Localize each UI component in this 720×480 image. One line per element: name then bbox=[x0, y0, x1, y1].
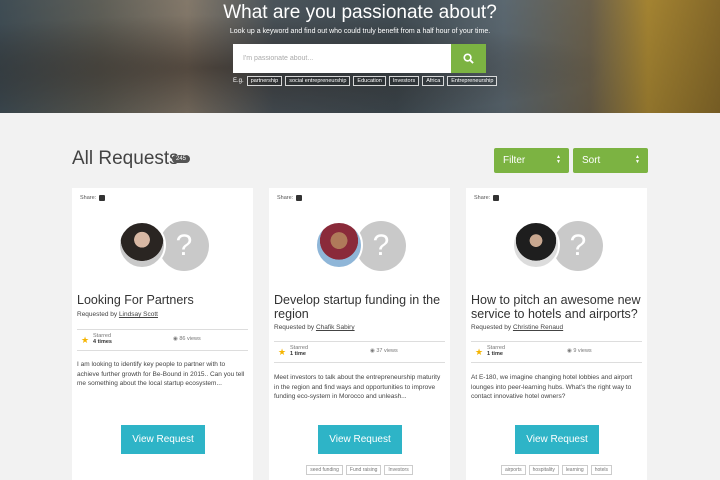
request-title[interactable]: Looking For Partners bbox=[77, 293, 249, 307]
share-label: Share: bbox=[277, 195, 294, 201]
requested-by-label: Requested by bbox=[274, 324, 315, 331]
starred-count: Starred 1 time bbox=[290, 345, 308, 357]
starred-times: 1 time bbox=[290, 351, 306, 357]
question-avatar-icon: ? bbox=[553, 221, 603, 271]
request-stats: ★ Starred 4 times ◉ 86 views bbox=[77, 329, 248, 351]
starred-times: 4 times bbox=[93, 339, 112, 345]
view-request-button[interactable]: View Request bbox=[515, 425, 599, 454]
request-card: Share: ? How to pitch an awesome new ser… bbox=[466, 188, 647, 480]
share-row: Share: bbox=[474, 195, 500, 201]
hero-tag[interactable]: Investors bbox=[388, 76, 420, 86]
search-button[interactable] bbox=[451, 44, 486, 73]
view-request-button[interactable]: View Request bbox=[318, 425, 402, 454]
view-request-button[interactable]: View Request bbox=[121, 425, 205, 454]
views-value: 86 views bbox=[179, 336, 201, 342]
twitter-icon[interactable] bbox=[493, 195, 500, 201]
star-icon[interactable]: ★ bbox=[278, 347, 286, 358]
request-tag[interactable]: seed funding bbox=[306, 465, 343, 475]
request-stats: ★ Starred 1 time ◉ 37 views bbox=[274, 341, 445, 363]
hero-title: What are you passionate about? bbox=[223, 2, 497, 23]
hero-tag[interactable]: social entrepreneurship bbox=[285, 76, 351, 86]
requester-link[interactable]: Lindsay Scott bbox=[119, 311, 158, 318]
page-title: All Requests bbox=[72, 148, 179, 169]
request-title[interactable]: How to pitch an awesome new service to h… bbox=[471, 293, 643, 321]
request-count-badge: 245 bbox=[172, 155, 191, 163]
requested-by: Requested by Christine Renaud bbox=[471, 324, 563, 331]
sort-arrows-icon: ▲ ▼ bbox=[635, 154, 640, 165]
views-value: 37 views bbox=[376, 348, 398, 354]
starred-count: Starred 4 times bbox=[93, 333, 112, 345]
star-icon[interactable]: ★ bbox=[475, 347, 483, 358]
question-avatar-icon: ? bbox=[356, 221, 406, 271]
star-icon[interactable]: ★ bbox=[81, 335, 89, 346]
requester-link[interactable]: Chafik Sabiry bbox=[316, 324, 355, 331]
hero-tag[interactable]: partnership bbox=[246, 76, 283, 86]
request-tags: seed funding Fund raising Investors bbox=[269, 465, 450, 475]
sort-label: Sort bbox=[582, 155, 601, 166]
filter-label: Filter bbox=[503, 155, 526, 166]
example-tags: E.g. partnership social entrepreneurship… bbox=[233, 76, 498, 86]
sort-dropdown[interactable]: Sort ▲ ▼ bbox=[573, 148, 648, 173]
requester-avatar[interactable] bbox=[315, 221, 363, 269]
requester-avatar[interactable] bbox=[118, 221, 166, 269]
share-row: Share: bbox=[80, 195, 106, 201]
eg-label: E.g. bbox=[233, 78, 244, 84]
request-description: At E-180, we imagine changing hotel lobb… bbox=[471, 374, 633, 400]
search-icon bbox=[463, 53, 474, 64]
request-tag[interactable]: airports bbox=[500, 465, 526, 475]
hero-banner: What are you passionate about? Look up a… bbox=[0, 0, 720, 113]
request-card: Share: ? Develop startup funding in the … bbox=[269, 188, 450, 480]
request-card: Share: ? Looking For Partners Requested … bbox=[72, 188, 253, 480]
hero-tag[interactable]: Entrepreneurship bbox=[447, 76, 498, 86]
twitter-icon[interactable] bbox=[99, 195, 106, 201]
requested-by: Requested by Chafik Sabiry bbox=[274, 324, 355, 331]
sort-arrows-icon: ▲ ▼ bbox=[556, 154, 561, 165]
starred-times: 1 time bbox=[487, 351, 503, 357]
requester-avatar[interactable] bbox=[512, 221, 560, 269]
views-count: ◉ 37 views bbox=[370, 348, 398, 354]
filter-dropdown[interactable]: Filter ▲ ▼ bbox=[494, 148, 569, 173]
requested-by: Requested by Lindsay Scott bbox=[77, 311, 158, 318]
share-label: Share: bbox=[474, 195, 491, 201]
request-tag[interactable]: learning bbox=[561, 465, 588, 475]
request-tag[interactable]: Investors bbox=[384, 465, 413, 475]
request-tag[interactable]: hotels bbox=[590, 465, 613, 475]
request-tag[interactable]: hospitality bbox=[528, 465, 559, 475]
request-stats: ★ Starred 1 time ◉ 9 views bbox=[471, 341, 642, 363]
starred-count: Starred 1 time bbox=[487, 345, 505, 357]
twitter-icon[interactable] bbox=[296, 195, 303, 201]
request-tags: airports hospitality learning hotels bbox=[466, 465, 647, 475]
requester-link[interactable]: Christine Renaud bbox=[513, 324, 563, 331]
requested-by-label: Requested by bbox=[471, 324, 512, 331]
request-title[interactable]: Develop startup funding in the region bbox=[274, 293, 446, 321]
request-description: I am looking to identify key people to p… bbox=[77, 361, 245, 387]
search-input[interactable] bbox=[233, 44, 451, 73]
requested-by-label: Requested by bbox=[77, 311, 118, 318]
share-label: Share: bbox=[80, 195, 97, 201]
hero-tag[interactable]: Africa bbox=[422, 76, 445, 86]
request-tag[interactable]: Fund raising bbox=[345, 465, 382, 475]
question-avatar-icon: ? bbox=[159, 221, 209, 271]
views-value: 9 views bbox=[573, 348, 592, 354]
views-count: ◉ 86 views bbox=[173, 336, 201, 342]
hero-tag[interactable]: Education bbox=[353, 76, 386, 86]
request-description: Meet investors to talk about the entrepr… bbox=[274, 374, 441, 400]
share-row: Share: bbox=[277, 195, 303, 201]
hero-subtitle: Look up a keyword and find out who could… bbox=[229, 28, 491, 35]
views-count: ◉ 9 views bbox=[567, 348, 592, 354]
